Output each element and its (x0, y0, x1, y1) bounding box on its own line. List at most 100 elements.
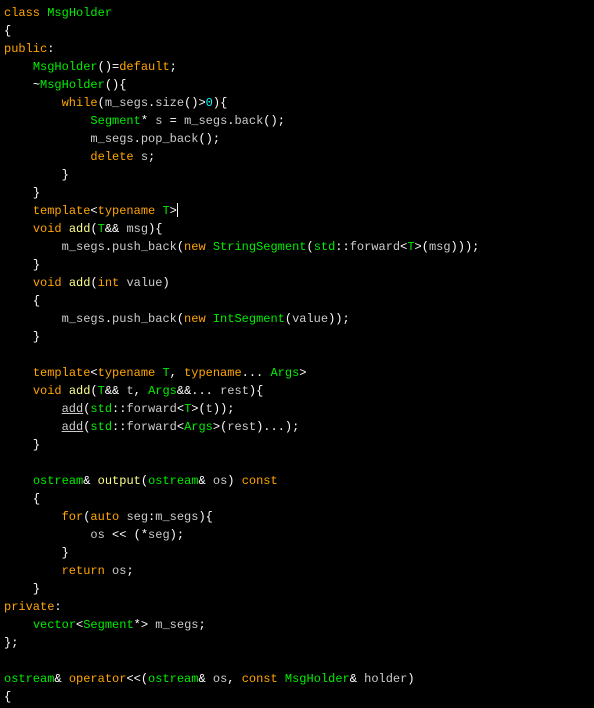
gt: > (415, 240, 422, 254)
llt: << (126, 672, 140, 686)
brace: { (33, 294, 40, 308)
paren: ( (422, 240, 429, 254)
paren: ) (105, 60, 112, 74)
paren: ( (98, 96, 105, 110)
kw-template: template (33, 366, 91, 380)
id-m_segs: m_segs (155, 510, 198, 524)
brace: { (33, 492, 40, 506)
id-m_segs: m_segs (184, 114, 227, 128)
type-Args: Args (270, 366, 299, 380)
id-m_segs: m_segs (90, 132, 133, 146)
paren: ( (198, 132, 205, 146)
semi: ; (148, 150, 155, 164)
paren: ( (105, 78, 112, 92)
type-T: T (407, 240, 414, 254)
id-value: value (126, 276, 162, 290)
comma: , (134, 384, 141, 398)
id-s: s (141, 150, 148, 164)
dot: . (105, 312, 112, 326)
kw-template: template (33, 204, 91, 218)
paren: ) (335, 312, 342, 326)
ns-std: std (90, 402, 112, 416)
colon: : (47, 42, 54, 56)
dcolon: :: (335, 240, 349, 254)
kw-void: void (33, 276, 62, 290)
kw-while: while (62, 96, 98, 110)
brace: } (62, 168, 69, 182)
star: * (141, 528, 148, 542)
paren: ( (198, 402, 205, 416)
amp: & (198, 474, 205, 488)
type-Args: Args (148, 384, 177, 398)
paren: ) (198, 510, 205, 524)
semi: ; (278, 114, 285, 128)
kw-new: new (184, 312, 206, 326)
id-m_segs: m_segs (105, 96, 148, 110)
paren: ) (206, 132, 213, 146)
id-m_segs: m_segs (62, 240, 105, 254)
paren: ) (451, 240, 458, 254)
paren: ) (162, 276, 169, 290)
semi: ; (213, 132, 220, 146)
id-t: t (126, 384, 133, 398)
kw-void: void (33, 384, 62, 398)
kw-public: public (4, 42, 47, 56)
semi: ; (198, 618, 205, 632)
dtor-name: MsgHolder (40, 78, 105, 92)
ctor-name: MsgHolder (33, 60, 98, 74)
kw-auto: auto (90, 510, 119, 524)
semi: ; (11, 636, 18, 650)
paren: ( (90, 384, 97, 398)
fn-add: add (69, 276, 91, 290)
brace: } (33, 330, 40, 344)
semi: ; (292, 420, 299, 434)
kw-int: int (98, 276, 120, 290)
lt: < (90, 366, 97, 380)
semi: ; (343, 312, 350, 326)
id-holder: holder (364, 672, 407, 686)
type-T: T (162, 366, 169, 380)
fn-output: output (98, 474, 141, 488)
id-s: s (155, 114, 162, 128)
brace: } (62, 546, 69, 560)
paren: ( (306, 240, 313, 254)
gt: > (213, 420, 220, 434)
id-forward: forward (350, 240, 400, 254)
fn-add: add (69, 384, 91, 398)
id-m_segs: m_segs (155, 618, 198, 632)
type-ostream: ostream (4, 672, 54, 686)
gt: > (170, 204, 177, 218)
dot: . (105, 240, 112, 254)
paren: ( (90, 222, 97, 236)
id-msg: msg (429, 240, 451, 254)
amp: & (54, 672, 61, 686)
kw-void: void (33, 222, 62, 236)
kw-typename: typename (98, 204, 156, 218)
dcolon: :: (112, 420, 126, 434)
ellipsis: ... (191, 384, 213, 398)
lt: < (177, 420, 184, 434)
paren: ) (170, 528, 177, 542)
dcolon: :: (112, 402, 126, 416)
id-m_segs: m_segs (62, 312, 105, 326)
paren: ) (227, 474, 234, 488)
paren: ( (98, 60, 105, 74)
brace: { (256, 384, 263, 398)
kw-delete: delete (90, 150, 133, 164)
type-T: T (162, 204, 169, 218)
id-os: os (213, 474, 227, 488)
kw-for: for (62, 510, 84, 524)
brace: { (206, 510, 213, 524)
gt: > (299, 366, 306, 380)
semi: ; (472, 240, 479, 254)
call-add: add (62, 420, 84, 434)
num-0: 0 (206, 96, 213, 110)
paren: ) (213, 402, 220, 416)
paren: ) (271, 114, 278, 128)
semi: ; (227, 402, 234, 416)
call-add: add (62, 402, 84, 416)
type-vector: vector (33, 618, 76, 632)
paren: ) (407, 672, 414, 686)
paren: ( (177, 312, 184, 326)
code-editor[interactable]: class MsgHolder { public: MsgHolder()=de… (0, 0, 594, 708)
